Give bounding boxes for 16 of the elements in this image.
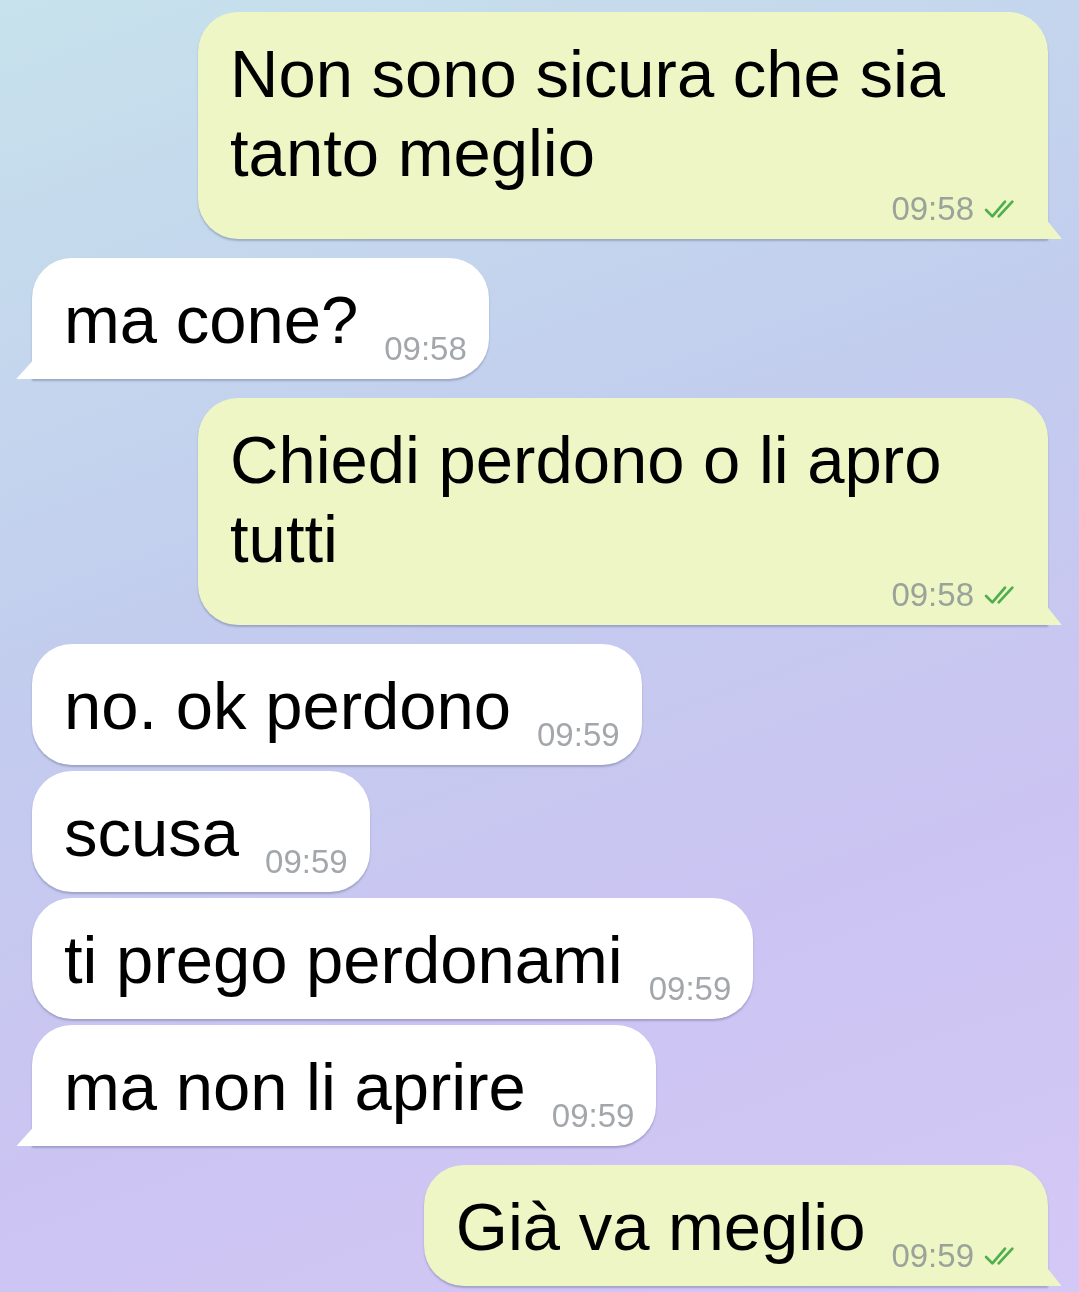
message-time: 09:59 (265, 845, 348, 879)
message-time: 09:59 (648, 972, 732, 1006)
message-time: 09:58 (891, 578, 974, 612)
message-text: no. ok perdono (64, 667, 511, 746)
message-text: Già va meglio (455, 1188, 866, 1267)
message-text: scusa (64, 794, 240, 873)
message-time: 09:59 (537, 718, 620, 752)
message-text: Non sono sicura che sia tanto meglio (230, 35, 947, 193)
message-text: ma non li aprire (64, 1048, 526, 1127)
message-text: Chiedi perdono o li apro tutti (230, 421, 943, 579)
message-text: ma cone? (64, 281, 359, 360)
message-time: 09:59 (891, 1239, 974, 1273)
message-time: 09:58 (891, 192, 974, 226)
message-text: ti prego perdonami (64, 921, 623, 1000)
message-time: 09:59 (551, 1099, 635, 1133)
message-time: 09:58 (384, 332, 467, 366)
